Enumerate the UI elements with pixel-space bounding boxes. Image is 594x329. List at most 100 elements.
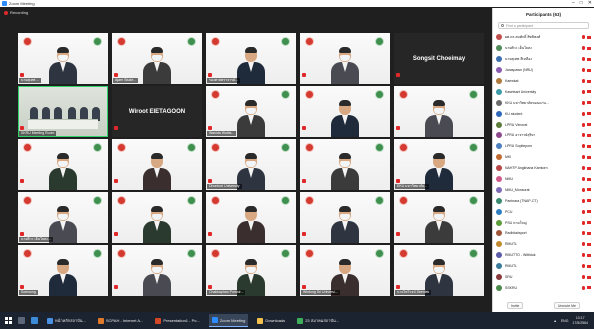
video-off-icon xyxy=(587,133,591,137)
participant-row[interactable]: ผศ.ดร.สมศักดิ์ สิทธิพงศ์ xyxy=(496,32,591,43)
video-tile[interactable] xyxy=(394,192,484,243)
video-tile[interactable]: นายไพโรจน์ Seenlek xyxy=(394,245,484,296)
participant-row[interactable]: นายศิวะ เย็นไธสง xyxy=(496,43,591,54)
participant-row[interactable]: LPRU อาจารย์สุริยา xyxy=(496,130,591,141)
language-indicator[interactable]: ENG xyxy=(561,319,569,323)
participant-row[interactable]: PSU หาดใหญ่ xyxy=(496,217,591,228)
taskbar-app[interactable]: Downloads xyxy=(254,314,288,327)
video-off-icon xyxy=(587,46,591,50)
participant-row[interactable]: NMU_Monsorat xyxy=(496,184,591,195)
muted-mic-icon xyxy=(208,73,212,77)
participant-row[interactable]: SSKRU xyxy=(496,282,591,293)
search-taskbar-icon[interactable] xyxy=(18,317,25,324)
participant-search-input[interactable]: Find a participant xyxy=(498,22,589,29)
participant-video xyxy=(425,97,453,137)
clock[interactable]: 13:17 17/5/2564 xyxy=(572,316,588,325)
taskbar-app[interactable]: Presentation1 - Po... xyxy=(152,314,202,327)
muted-mic-icon xyxy=(582,68,585,73)
video-tile[interactable]: Wiroot EIETAGOON xyxy=(112,86,202,137)
participant-row[interactable]: KKU มหาวิทยาลัยขอนแก่น... xyxy=(496,97,591,108)
video-tile[interactable] xyxy=(206,192,296,243)
participant-name-label: รองศาสตราจารย์... xyxy=(207,78,240,83)
video-tile[interactable] xyxy=(112,245,202,296)
video-tile[interactable] xyxy=(394,86,484,137)
video-tile[interactable]: Wintong Sri Universi... xyxy=(300,245,390,296)
participant-row[interactable]: Radhitaksport xyxy=(496,228,591,239)
task-view-icon[interactable] xyxy=(31,317,38,324)
muted-mic-icon xyxy=(302,232,306,236)
university-emblem-icon xyxy=(187,196,196,205)
participant-row[interactable]: PCU xyxy=(496,206,591,217)
muted-mic-icon xyxy=(582,79,585,83)
video-tile[interactable] xyxy=(300,192,390,243)
participant-row-name: LPRU อาจารย์สุริยา xyxy=(505,133,536,138)
participant-row-name: LPRU Vimorat xyxy=(505,122,528,127)
participant-row[interactable]: Jaraspawn (NRU) xyxy=(496,65,591,76)
video-tile[interactable]: Wanida Wuttis... xyxy=(206,86,296,137)
maximize-button[interactable]: □ xyxy=(580,0,583,7)
participant-row[interactable]: RMUTTO - Wittiduk xyxy=(496,250,591,261)
organization-logo-icon xyxy=(117,249,126,258)
record-dot-icon xyxy=(4,10,8,15)
unmute-me-button[interactable]: Unmute Me xyxy=(553,302,580,309)
participant-row[interactable]: NAHTP Angkhana Kamtorn xyxy=(496,163,591,174)
participant-display-name: Songsit Choeimay xyxy=(412,55,466,62)
recording-indicator[interactable]: Recording xyxy=(0,8,490,17)
avatar xyxy=(496,274,502,281)
video-tile[interactable]: Songsit Choeimay xyxy=(394,33,484,84)
participant-row[interactable]: KU student xyxy=(496,108,591,119)
participant-video xyxy=(331,150,359,190)
muted-mic-icon xyxy=(396,126,400,130)
taskbar-app[interactable]: Zoom Meeting xyxy=(208,314,249,327)
video-tile[interactable]: Somsong xyxy=(18,245,108,296)
app-icon xyxy=(97,317,104,324)
participant-row[interactable]: นายสุเทพ สีเหลือง xyxy=(496,54,591,65)
taskbar-app[interactable]: หน้าหลักสถาบัน... xyxy=(44,314,89,327)
organization-logo-icon xyxy=(211,90,220,99)
participant-row[interactable]: RMUTL xyxy=(496,239,591,250)
recording-label: Recording xyxy=(10,10,29,15)
window-title: Zoom Meeting xyxy=(9,1,35,6)
video-tile[interactable] xyxy=(112,192,202,243)
video-tile[interactable] xyxy=(300,33,390,84)
video-tile[interactable] xyxy=(300,86,390,137)
avatar xyxy=(496,197,502,204)
participant-row[interactable]: Pantnara (TNAP-CT) xyxy=(496,195,591,206)
windows-start-icon[interactable] xyxy=(5,317,12,324)
participant-row[interactable]: Kaewkat xyxy=(496,76,591,87)
taskbar-app-label: Downloads xyxy=(265,318,286,323)
video-tile[interactable]: EKU มหาวิทยาลัย... xyxy=(394,139,484,190)
muted-mic-icon xyxy=(302,73,306,77)
participant-row[interactable]: NMU xyxy=(496,174,591,185)
participant-row[interactable]: LPRU Sopiteporn xyxy=(496,141,591,152)
video-tile[interactable] xyxy=(18,139,108,190)
participant-row[interactable]: LPRU Vimorat xyxy=(496,119,591,130)
participant-row[interactable]: Kasetsart University xyxy=(496,86,591,97)
close-button[interactable]: ✕ xyxy=(588,0,592,7)
video-tile[interactable]: Chakkaphan Pornsir... xyxy=(206,245,296,296)
video-tile[interactable]: Ajarn Stude... xyxy=(112,33,202,84)
video-tile[interactable]: Dhonburi University xyxy=(206,139,296,190)
video-tile[interactable]: นายศิวะ เย็นไธสง... xyxy=(18,192,108,243)
muted-mic-icon xyxy=(114,126,118,130)
video-tile[interactable]: รองศาสตราจารย์... xyxy=(206,33,296,84)
video-off-icon xyxy=(587,101,591,105)
app-icon xyxy=(211,317,218,323)
participant-row[interactable]: MKI xyxy=(496,152,591,163)
participant-row-name: ผศ.ดร.สมศักดิ์ สิทธิพงศ์ xyxy=(505,35,541,40)
participant-row[interactable]: SRU xyxy=(496,272,591,283)
video-tile[interactable]: นายสุเทพ ... xyxy=(18,33,108,84)
video-off-icon xyxy=(587,177,591,181)
system-tray: ▲ ENG 13:17 17/5/2564 xyxy=(553,312,588,329)
video-tile[interactable]: SKRU Meeting Room xyxy=(18,86,108,137)
participant-row[interactable]: RMUTL xyxy=(496,261,591,272)
network-icon[interactable]: ▲ xyxy=(553,319,556,323)
taskbar-app[interactable]: 23 สมาคมสถาบัน... xyxy=(294,314,342,327)
minimize-button[interactable]: – xyxy=(572,0,575,7)
taskbar-app[interactable]: SCPAH - Internet A... xyxy=(95,314,147,327)
video-tile[interactable] xyxy=(300,139,390,190)
participant-name-label: SKRU Meeting Room xyxy=(19,131,57,136)
video-tile[interactable] xyxy=(112,139,202,190)
organization-logo-icon xyxy=(399,196,408,205)
invite-button[interactable]: Invite xyxy=(507,302,524,309)
